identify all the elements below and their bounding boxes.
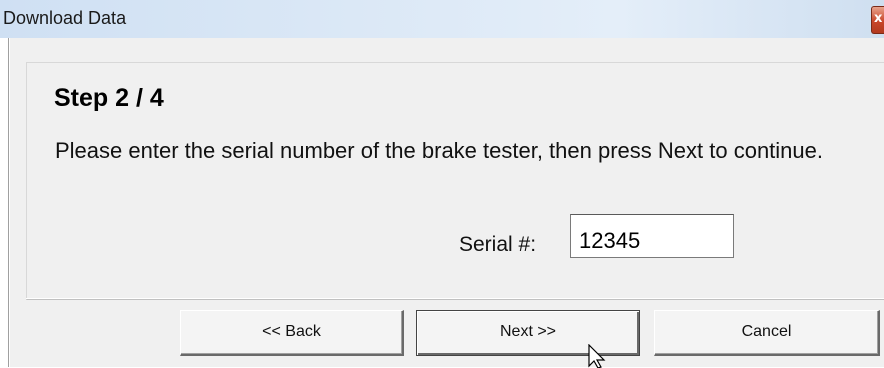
mouse-cursor-icon xyxy=(588,344,606,368)
close-button[interactable]: x xyxy=(871,6,884,34)
back-button[interactable]: << Back xyxy=(180,310,404,356)
close-icon: x xyxy=(874,11,883,26)
cancel-button[interactable]: Cancel xyxy=(654,310,880,356)
title-bar[interactable]: Download Data x xyxy=(0,0,884,38)
serial-number-label: Serial #: xyxy=(459,233,537,256)
download-data-dialog: Download Data x Step 2 / 4 Please enter … xyxy=(0,0,884,368)
step-title: Step 2 / 4 xyxy=(54,84,164,112)
button-separator xyxy=(26,298,884,299)
window-title: Download Data xyxy=(3,8,127,28)
instruction-text: Please enter the serial number of the br… xyxy=(55,138,823,163)
serial-number-input[interactable] xyxy=(570,214,734,258)
